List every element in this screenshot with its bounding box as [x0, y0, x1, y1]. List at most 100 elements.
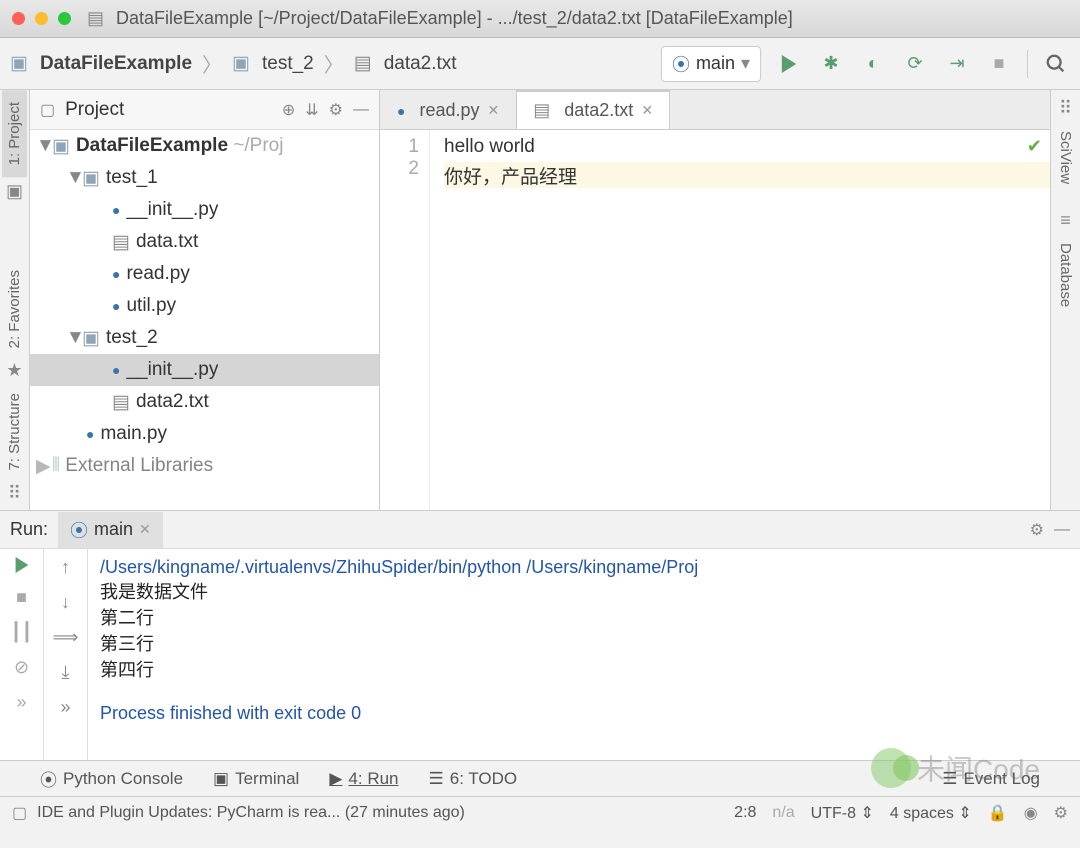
structure-tool-tab[interactable]: 7: Structure	[2, 381, 27, 483]
tree-root[interactable]: ▼▣DataFileExample ~/Proj	[30, 130, 379, 162]
run-config-selector[interactable]: ⦿ main ▾	[661, 46, 761, 82]
soft-wrap-button[interactable]: ⟹	[53, 627, 79, 648]
status-bar: ▢ IDE and Plugin Updates: PyCharm is rea…	[0, 796, 1080, 828]
console-line: /Users/kingname/.virtualenvs/ZhihuSpider…	[100, 557, 1068, 578]
python-console-tab[interactable]: ⦿Python Console	[40, 766, 183, 791]
up-button[interactable]: ↑	[61, 557, 70, 578]
file-icon: ▤	[87, 8, 104, 29]
profile-button[interactable]: ⟳	[901, 50, 929, 78]
close-icon[interactable]: ✕	[139, 521, 151, 538]
window-title: ▤ DataFileExample [~/Project/DataFileExa…	[87, 8, 793, 29]
encoding-selector[interactable]: UTF-8 ⇕	[811, 803, 874, 823]
favorites-tool-tab[interactable]: 2: Favorites	[2, 258, 27, 360]
status-na: n/a	[772, 804, 794, 822]
editor-tab[interactable]: ● read.py ✕	[380, 91, 516, 129]
tree-file[interactable]: ●util.py	[30, 290, 379, 322]
tree-folder[interactable]: ▼▣test_2	[30, 322, 379, 354]
gear-icon[interactable]: ⚙	[1030, 520, 1044, 540]
breadcrumb-item[interactable]: DataFileExample	[40, 53, 192, 75]
hide-icon[interactable]: —	[1054, 521, 1070, 539]
exit-button[interactable]: ⊘	[14, 657, 29, 678]
editor[interactable]: 1 2 hello world 你好，产品经理 ✔	[380, 130, 1050, 510]
tree-label: util.py	[126, 295, 176, 317]
stop-button[interactable]: ■	[16, 587, 27, 608]
tree-label: data.txt	[136, 231, 198, 253]
tree-label: main.py	[100, 423, 167, 445]
tree-label: test_1	[106, 167, 158, 189]
python-icon: ●	[112, 266, 120, 282]
project-tool-tab[interactable]: 1: Project	[2, 90, 27, 177]
debug-button[interactable]: ✱	[817, 50, 845, 78]
sciview-icon: ⠿	[1059, 98, 1072, 119]
run-tab[interactable]: ⦿ main ✕	[58, 512, 163, 548]
editor-area: ● read.py ✕ ▤ data2.txt ✕ 1 2 hello worl…	[380, 90, 1050, 510]
tab-label: 6: TODO	[450, 769, 517, 789]
tree-file[interactable]: ●__init__.py	[30, 354, 379, 386]
sciview-tool-tab[interactable]: SciView	[1053, 119, 1078, 196]
maximize-window-icon[interactable]	[58, 12, 71, 25]
gear-icon[interactable]: ⚙	[329, 100, 343, 120]
main-area: 1: Project ▣ 2: Favorites ★ 7: Structure…	[0, 90, 1080, 510]
run-coverage-button[interactable]: ◐	[859, 50, 887, 78]
tree-external[interactable]: ▶⫴ External Libraries	[30, 450, 379, 482]
close-window-icon[interactable]	[12, 12, 25, 25]
collapse-icon[interactable]: ⇊	[305, 100, 318, 120]
console-output[interactable]: /Users/kingname/.virtualenvs/ZhihuSpider…	[88, 549, 1080, 760]
code-line[interactable]: 你好，产品经理	[444, 162, 1050, 188]
scroll-end-button[interactable]: ⤓	[62, 662, 70, 683]
window-icon: ▢	[40, 100, 55, 120]
breadcrumb[interactable]: ▣ DataFileExample 〉 ▣ test_2 〉 ▤ data2.t…	[10, 49, 457, 78]
terminal-icon: ▣	[213, 769, 229, 789]
tree-folder[interactable]: ▼▣test_1	[30, 162, 379, 194]
project-tree[interactable]: ▼▣DataFileExample ~/Proj ▼▣test_1 ●__ini…	[30, 130, 379, 510]
chevron-right-icon: 〉	[202, 49, 222, 78]
search-button[interactable]	[1042, 50, 1070, 78]
down-button[interactable]: ↓	[61, 592, 70, 613]
code-line[interactable]: hello world	[444, 136, 1050, 162]
tree-file[interactable]: ●read.py	[30, 258, 379, 290]
indent-selector[interactable]: 4 spaces ⇕	[890, 803, 972, 823]
watermark: 未闻Code	[871, 748, 1040, 788]
stop-button[interactable]: ■	[985, 50, 1013, 78]
minimize-window-icon[interactable]	[35, 12, 48, 25]
txt-icon: ▤	[112, 231, 130, 254]
more-button[interactable]: »	[16, 692, 26, 713]
code-area[interactable]: hello world 你好，产品经理	[430, 130, 1050, 510]
breadcrumb-item[interactable]: test_2	[262, 53, 314, 75]
console-line: 第二行	[100, 604, 1068, 630]
run-button[interactable]	[775, 50, 803, 78]
python-icon: ●	[86, 426, 94, 442]
tree-label: data2.txt	[136, 391, 209, 413]
tree-file[interactable]: ● main.py	[30, 418, 379, 450]
target-icon[interactable]: ⊕	[282, 100, 295, 120]
editor-tab[interactable]: ▤ data2.txt ✕	[516, 89, 670, 129]
tree-file[interactable]: ▤data2.txt	[30, 386, 379, 418]
notification-icon[interactable]: ▢	[12, 803, 27, 823]
run-panel-title: Run:	[10, 519, 48, 540]
terminal-tab[interactable]: ▣Terminal	[213, 769, 299, 789]
close-icon[interactable]: ✕	[488, 102, 500, 119]
todo-tab[interactable]: ☰6: TODO	[429, 769, 518, 789]
hide-icon[interactable]: —	[353, 101, 369, 119]
pause-button[interactable]: ┃┃	[11, 622, 33, 643]
watermark-text: 未闻Code	[917, 748, 1040, 788]
cursor-position[interactable]: 2:8	[734, 804, 756, 822]
database-tool-tab[interactable]: Database	[1053, 231, 1078, 319]
settings-icon[interactable]: ⚙	[1054, 803, 1068, 823]
chevron-right-icon: 〉	[324, 49, 344, 78]
status-message[interactable]: IDE and Plugin Updates: PyCharm is rea..…	[37, 804, 465, 822]
run-tab[interactable]: ▶4: Run	[329, 769, 398, 789]
more-button[interactable]: »	[60, 697, 70, 718]
inspector-icon[interactable]: ◉	[1024, 803, 1038, 823]
inspection-ok-icon[interactable]: ✔	[1027, 136, 1042, 157]
tree-file[interactable]: ▤ data.txt	[30, 226, 379, 258]
debug-attach-button[interactable]: ⇥	[943, 50, 971, 78]
lock-icon[interactable]: 🔒	[988, 803, 1008, 823]
console-line: 第四行	[100, 656, 1068, 682]
breadcrumb-item[interactable]: data2.txt	[384, 53, 457, 75]
txt-icon: ▤	[533, 100, 550, 121]
tree-label: test_2	[106, 327, 158, 349]
tree-file[interactable]: ●__init__.py	[30, 194, 379, 226]
rerun-button[interactable]	[14, 557, 30, 573]
close-icon[interactable]: ✕	[641, 102, 653, 119]
